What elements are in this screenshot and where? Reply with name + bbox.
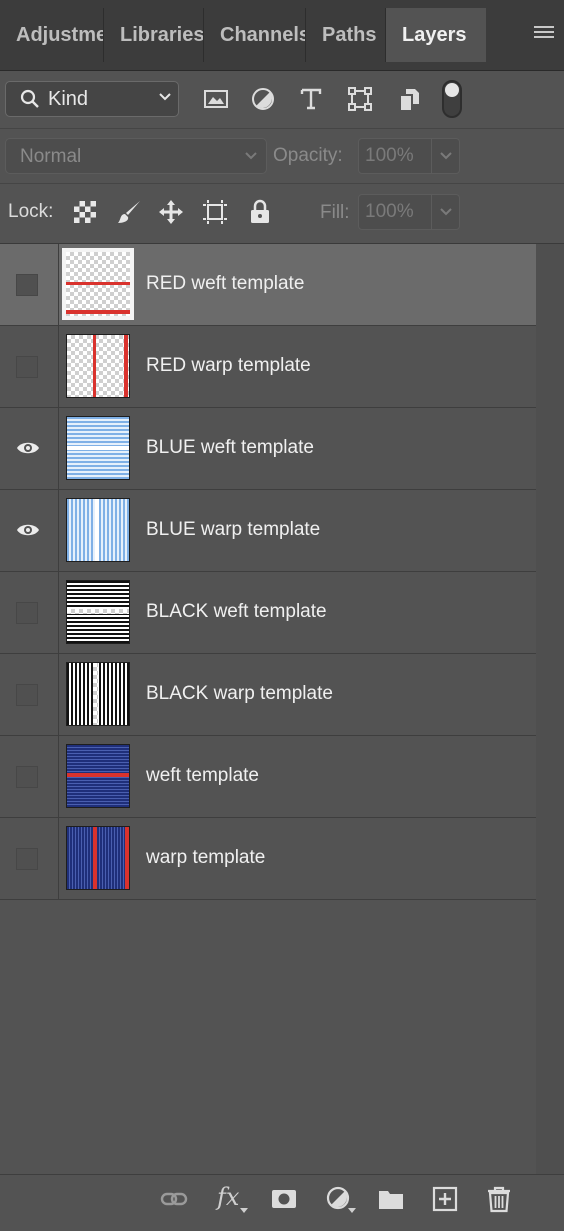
lock-position-icon[interactable] — [158, 199, 184, 225]
lock-image-pixels-icon[interactable] — [116, 199, 142, 225]
layers-list: RED weft template RED warp template BLUE… — [0, 244, 536, 900]
layer-thumbnail — [66, 662, 130, 726]
visibility-cell[interactable] — [0, 736, 59, 817]
layer-row[interactable]: RED weft template — [0, 244, 536, 326]
visibility-cell[interactable] — [0, 490, 59, 571]
chevron-down-icon — [440, 208, 452, 216]
layer-row[interactable]: RED warp template — [0, 326, 536, 408]
layer-row[interactable]: BLUE warp template — [0, 490, 536, 572]
layer-name: BLUE weft template — [146, 437, 314, 458]
lock-label: Lock: — [8, 201, 54, 222]
group-folder-icon[interactable] — [377, 1185, 405, 1213]
visibility-cell[interactable] — [0, 818, 59, 899]
filter-row: Kind — [0, 70, 564, 129]
opacity-input[interactable]: 100% — [358, 138, 432, 174]
fx-dropdown-caret-icon — [240, 1208, 248, 1213]
layer-name: weft template — [146, 765, 259, 786]
layer-row[interactable]: BLUE weft template — [0, 408, 536, 490]
image-filter-icon[interactable] — [203, 86, 229, 112]
layer-thumbnail — [66, 826, 130, 890]
type-filter-icon[interactable] — [298, 86, 324, 112]
opacity-dropdown[interactable] — [432, 138, 460, 174]
layer-thumbnail — [62, 248, 134, 320]
fill-dropdown[interactable] — [432, 194, 460, 230]
filter-kind-label: Kind — [48, 88, 89, 110]
layer-name: warp template — [146, 847, 266, 868]
visibility-cell[interactable] — [0, 572, 59, 653]
layer-thumbnail — [66, 416, 130, 480]
layer-thumbnail — [66, 498, 130, 562]
opacity-label: Opacity: — [273, 145, 343, 166]
visibility-toggle[interactable] — [16, 274, 38, 296]
layer-row[interactable]: warp template — [0, 818, 536, 900]
shape-filter-icon[interactable] — [347, 86, 373, 112]
visibility-toggle[interactable] — [16, 356, 38, 378]
new-layer-icon[interactable] — [431, 1185, 459, 1213]
layer-mask-icon[interactable] — [270, 1185, 298, 1213]
visibility-toggle[interactable] — [16, 766, 38, 788]
filter-toggle-switch[interactable] — [442, 80, 462, 118]
chevron-down-icon — [159, 93, 171, 101]
layer-row[interactable]: weft template — [0, 736, 536, 818]
layers-scrollbar[interactable] — [536, 244, 564, 1174]
layer-thumbnail — [66, 744, 130, 808]
chevron-down-icon — [440, 152, 452, 160]
blend-row: Normal Opacity: 100% — [0, 129, 564, 184]
tab-paths[interactable]: Paths — [306, 8, 386, 62]
tab-adjustments[interactable]: Adjustments — [0, 8, 104, 62]
layer-name: BLACK weft template — [146, 601, 327, 622]
visibility-cell[interactable] — [0, 408, 59, 489]
adjustment-dropdown-caret-icon — [348, 1208, 356, 1213]
layer-thumbnail — [66, 334, 130, 398]
layer-row[interactable]: BLACK warp template — [0, 654, 536, 736]
search-icon — [20, 89, 39, 108]
fx-icon[interactable]: fx — [217, 1183, 239, 1211]
tab-channels[interactable]: Channels — [204, 8, 306, 62]
blend-mode-select[interactable]: Normal — [5, 138, 267, 174]
visibility-toggle[interactable] — [16, 848, 38, 870]
smart-object-filter-icon[interactable] — [396, 86, 422, 112]
visibility-cell[interactable] — [0, 654, 59, 735]
layer-name: RED warp template — [146, 355, 311, 376]
blend-mode-label: Normal — [20, 146, 82, 167]
fill-label: Fill: — [320, 202, 350, 223]
visibility-toggle[interactable] — [16, 602, 38, 624]
chevron-down-icon — [245, 152, 257, 160]
layer-name: BLACK warp template — [146, 683, 333, 704]
layer-row[interactable]: BLACK weft template — [0, 572, 536, 654]
link-layers-icon[interactable] — [160, 1185, 188, 1213]
visibility-cell[interactable] — [0, 244, 59, 325]
fill-input[interactable]: 100% — [358, 194, 432, 230]
adjustment-filter-icon[interactable] — [250, 86, 276, 112]
layer-thumbnail — [66, 580, 130, 644]
lock-all-icon[interactable] — [247, 199, 273, 225]
panel-tab-bar: Adjustments Libraries Channels Paths Lay… — [0, 0, 564, 71]
visibility-cell[interactable] — [0, 326, 59, 407]
layer-name: BLUE warp template — [146, 519, 321, 540]
tab-layers[interactable]: Layers — [386, 8, 486, 62]
eye-icon[interactable] — [16, 521, 40, 539]
visibility-toggle[interactable] — [16, 684, 38, 706]
layer-name: RED weft template — [146, 273, 305, 294]
lock-artboard-icon[interactable] — [202, 199, 228, 225]
tab-libraries[interactable]: Libraries — [104, 8, 204, 62]
filter-kind-select[interactable]: Kind — [5, 81, 179, 117]
eye-icon[interactable] — [16, 439, 40, 457]
lock-transparent-pixels-icon[interactable] — [72, 199, 98, 225]
trash-icon[interactable] — [485, 1185, 513, 1213]
panel-menu-icon[interactable] — [534, 26, 554, 42]
